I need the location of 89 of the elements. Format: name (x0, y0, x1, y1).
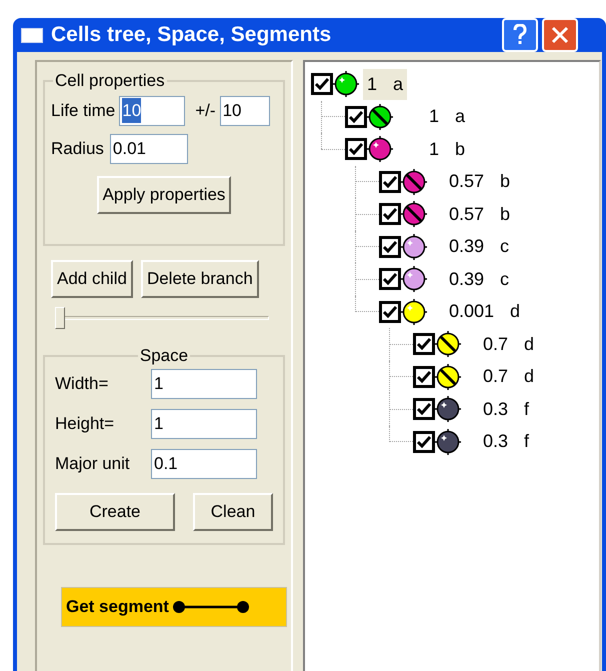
field-label: Radius (51, 138, 104, 160)
cell-value: 1 (429, 105, 440, 128)
cell-value: 0.3 (483, 430, 508, 454)
input-field[interactable]: 0.1 (151, 448, 257, 478)
checkbox[interactable] (413, 398, 435, 420)
cell-type: d (510, 300, 520, 324)
tree-button[interactable]: Delete branch (140, 260, 259, 298)
cell-value: 1 (367, 72, 378, 96)
checkbox[interactable] (345, 138, 367, 160)
checkbox[interactable] (379, 203, 401, 226)
cell-type: f (524, 430, 530, 454)
tolerance-field[interactable]: 10 (220, 96, 270, 126)
checkbox[interactable] (379, 300, 401, 323)
tree-item-label[interactable]: 0.7 d (479, 328, 538, 360)
input-field[interactable]: 1 (151, 408, 257, 438)
question-icon (513, 24, 527, 46)
tree-item-label[interactable]: 0.39 c (445, 231, 514, 262)
cell-value: 0.3 (483, 398, 508, 421)
cell-value: 0.39 (449, 268, 484, 291)
cell-value: 0.7 (483, 365, 508, 388)
window-icon (21, 28, 43, 42)
checkbox[interactable] (413, 430, 435, 453)
tree-item-label[interactable]: 1 a (363, 68, 408, 100)
cell-type: a (455, 105, 466, 128)
cell-type: d (524, 365, 534, 388)
cell-type: c (500, 235, 510, 258)
group-title: Cell properties (54, 70, 166, 92)
checkbox[interactable] (413, 366, 435, 388)
checkbox[interactable] (379, 170, 401, 193)
tree-item-label[interactable]: 0.7 d (479, 361, 538, 392)
cell-value: 0.7 (483, 332, 508, 356)
check-icon (417, 436, 431, 448)
cell-type: a (393, 72, 404, 96)
tree-item-label[interactable]: 0.39 c (445, 264, 514, 295)
check-icon (383, 176, 397, 188)
help-button[interactable] (502, 18, 538, 52)
field-label: +/- (195, 100, 216, 122)
check-icon (383, 240, 397, 253)
check-icon (417, 338, 431, 350)
check-icon (417, 403, 431, 416)
cell-type: f (524, 398, 530, 421)
cell-type: d (524, 332, 534, 356)
tree-item-label[interactable]: 0.57 b (445, 166, 514, 198)
field-label: Major unit (55, 452, 131, 475)
cell-type: b (500, 170, 510, 194)
checkbox[interactable] (413, 333, 435, 356)
tree-item-label[interactable]: 0.3 f (479, 426, 534, 458)
check-icon (315, 78, 329, 90)
cell-value: 1 (429, 138, 440, 161)
tree-item-label[interactable]: 0.001 d (445, 296, 524, 328)
checkbox[interactable] (345, 106, 367, 128)
cell-value: 0.57 (449, 202, 484, 226)
check-icon (417, 370, 431, 383)
input-field[interactable]: 1 (151, 368, 257, 398)
close-icon (551, 26, 569, 44)
check-icon (349, 110, 363, 123)
cell-value: 0.57 (449, 170, 484, 194)
checkbox[interactable] (379, 268, 401, 290)
radius-field[interactable]: 0.01 (110, 134, 188, 164)
cell-type: b (500, 202, 510, 226)
slider-thumb[interactable] (55, 307, 65, 329)
apply-properties-button[interactable]: Apply properties (96, 176, 232, 214)
space-button[interactable]: Clean (193, 492, 273, 530)
cell-value: 0.001 (449, 300, 494, 324)
check-icon (383, 208, 397, 220)
life-time-field[interactable]: 10 (119, 96, 186, 126)
group-title: Space (138, 345, 190, 367)
check-icon (349, 143, 363, 156)
checkbox[interactable] (311, 73, 333, 96)
slider[interactable] (55, 307, 269, 329)
window-title: Cells tree, Space, Segments (51, 22, 332, 48)
tree-item-label[interactable]: 0.57 b (445, 198, 514, 230)
cell-value: 0.39 (449, 235, 484, 258)
tree-button[interactable]: Add child (51, 260, 133, 298)
field-label: Width= (55, 372, 110, 395)
tree-item-label[interactable]: 1 a (425, 101, 470, 132)
cell-type: c (500, 268, 510, 291)
tree-item-label[interactable]: 1 b (425, 134, 470, 165)
space-button[interactable]: Create (55, 492, 175, 530)
check-icon (383, 273, 397, 286)
field-label: Height= (55, 412, 116, 435)
checkbox[interactable] (379, 236, 401, 258)
check-icon (383, 306, 397, 318)
field-label: Life time (51, 100, 116, 122)
get-segment-button[interactable]: Get segment (61, 586, 287, 626)
close-button[interactable] (542, 18, 578, 52)
segment-icon (170, 598, 251, 614)
cell-type: b (455, 138, 466, 161)
tree-item-label[interactable]: 0.3 f (479, 394, 534, 425)
